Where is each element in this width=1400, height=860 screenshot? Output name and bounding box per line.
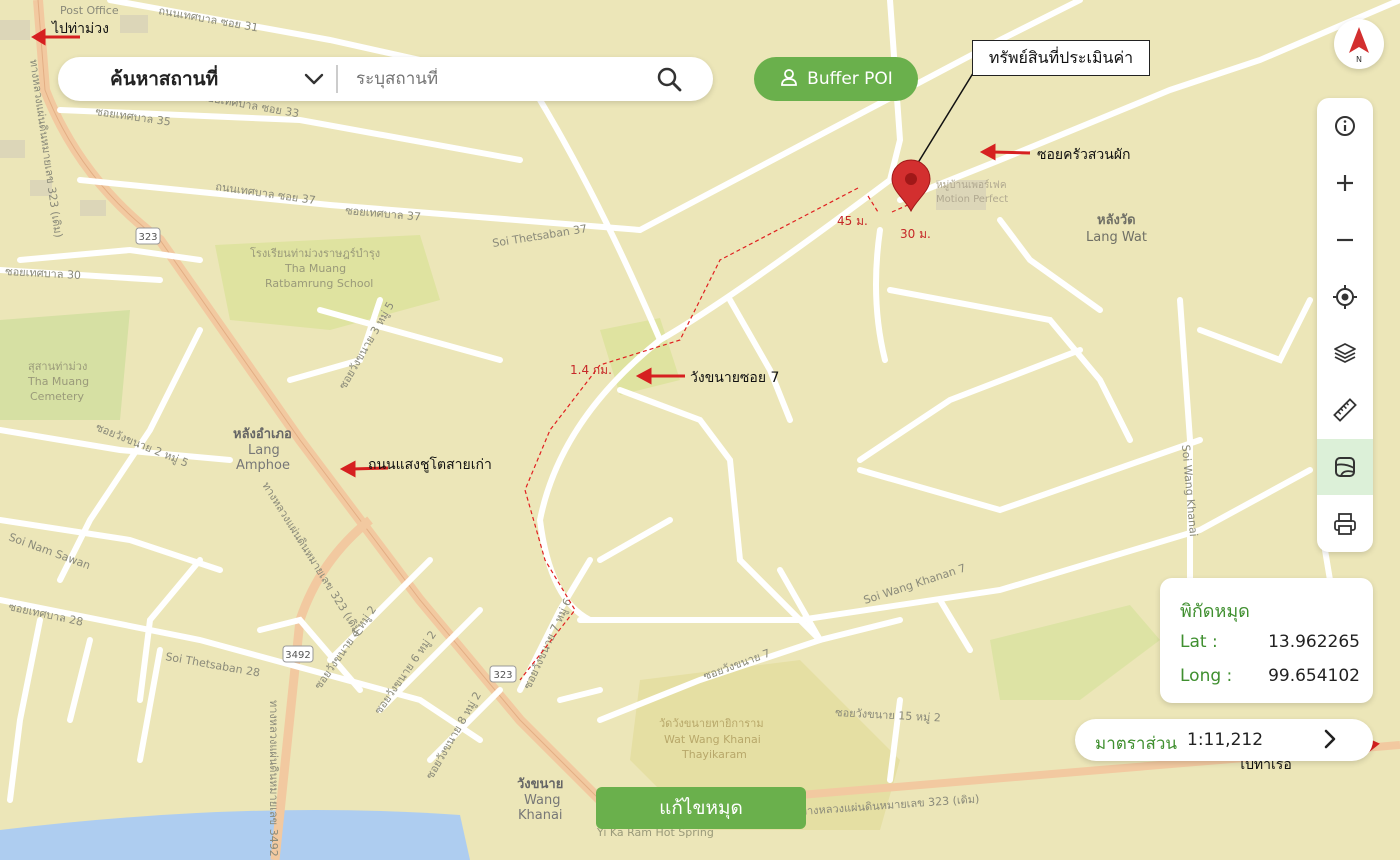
- distance-label-45m: 45 ม.: [837, 214, 868, 228]
- cemetery-en2-label: Cemetery: [30, 390, 85, 403]
- basemap-button[interactable]: [1317, 438, 1373, 496]
- cemetery-en1-label: Tha Muang: [27, 375, 89, 388]
- lat-value: 13.962265: [1268, 632, 1360, 652]
- map-toolbar: [1317, 98, 1373, 552]
- village-en-label: Motion Perfect: [936, 194, 1008, 205]
- chevron-down-icon[interactable]: [302, 67, 326, 91]
- school-th-label: โรงเรียนท่าม่วงราษฎร์บำรุง: [250, 246, 380, 260]
- temple-th-label: วัดวังขนายทายิการาม: [659, 717, 764, 730]
- lang-amphoe-th-label: หลังอำเภอ: [233, 426, 292, 442]
- scale-panel[interactable]: มาตราส่วน 1:11,212: [1075, 719, 1373, 761]
- wang-khanai-th-label: วังขนาย: [517, 777, 563, 792]
- property-callout-text: ทรัพย์สินที่ประเมินค่า: [988, 47, 1134, 67]
- zoom-in-button[interactable]: [1317, 155, 1373, 212]
- lang-amphoe-en2-label: Amphoe: [236, 458, 290, 473]
- road-shield-323-a: 323: [135, 227, 161, 245]
- edit-pin-button[interactable]: แก้ไขหมุด: [596, 787, 806, 829]
- property-callout: ทรัพย์สินที่ประเมินค่า: [972, 40, 1150, 76]
- annotation-wang-khanai-soi-7: วังขนายซอย 7: [690, 370, 780, 386]
- lang-wat-th-label: หลังวัด: [1097, 213, 1136, 228]
- temple-en1-label: Wat Wang Khanai: [664, 733, 761, 746]
- post-office-label: Post Office: [60, 4, 119, 17]
- long-value: 99.654102: [1268, 666, 1360, 686]
- school-en2-label: Ratbamrung School: [265, 277, 373, 290]
- buffer-poi-label: Buffer POI: [807, 69, 893, 89]
- road-shield-label: 323: [493, 670, 512, 681]
- cemetery-th-label: สุสานท่าม่วง: [28, 360, 87, 373]
- compass-button[interactable]: N: [1334, 19, 1384, 69]
- lat-label: Lat :: [1180, 632, 1218, 652]
- buffer-poi-button[interactable]: Buffer POI: [754, 57, 918, 101]
- coordinates-panel: พิกัดหมุด Lat : 13.962265 Long : 99.6541…: [1160, 578, 1373, 703]
- info-button[interactable]: [1317, 98, 1373, 155]
- map-frame-icon: [1335, 456, 1355, 477]
- search-category-select[interactable]: ค้นหาสถานที่: [110, 64, 290, 94]
- plus-icon: [1337, 175, 1353, 192]
- distance-label-1-4km: 1.4 กม.: [570, 363, 612, 377]
- road-shield-label: 323: [138, 232, 157, 243]
- road-shield-3492: 3492: [282, 645, 314, 663]
- search-icon[interactable]: [654, 64, 684, 94]
- coordinates-title: พิกัดหมุด: [1180, 601, 1250, 622]
- zoom-out-button[interactable]: [1317, 212, 1373, 269]
- wang-khanai-en2-label: Khanai: [518, 808, 563, 823]
- temple-en2-label: Thayikaram: [681, 748, 747, 761]
- chevron-right-icon[interactable]: [1323, 728, 1337, 754]
- village-th-label: หมู่บ้านเพอร์เฟค: [936, 179, 1007, 191]
- street-label: ทางหลวงแผ่นดินหมายเลข 3492: [267, 700, 280, 857]
- crosshair-icon: [1333, 284, 1357, 309]
- annotation-old-saeng-chuto-road: ถนนแสงชูโตสายเก่า: [368, 457, 492, 473]
- long-label: Long :: [1180, 666, 1233, 686]
- search-bar: ค้นหาสถานที่: [58, 57, 713, 101]
- north-letter: N: [1356, 55, 1362, 63]
- layers-icon: [1334, 343, 1356, 364]
- scale-value: 1:11,212: [1187, 730, 1264, 750]
- scale-label: มาตราส่วน: [1095, 734, 1178, 754]
- road-shield-323-b: 323: [489, 665, 517, 683]
- annotation-soi-khrua-suan-phak: ซอยครัวสวนผัก: [1037, 147, 1131, 163]
- school-en1-label: Tha Muang: [284, 262, 346, 275]
- north-arrow-icon: N: [1349, 27, 1369, 63]
- info-icon: [1335, 116, 1355, 137]
- measure-button[interactable]: [1317, 382, 1373, 439]
- layers-button[interactable]: [1317, 325, 1373, 382]
- ruler-icon: [1333, 398, 1357, 423]
- distance-label-30m: 30 ม.: [900, 227, 931, 241]
- printer-icon: [1334, 512, 1356, 535]
- locate-button[interactable]: [1317, 268, 1373, 325]
- wang-khanai-en1-label: Wang: [524, 793, 560, 808]
- user-icon: [779, 67, 799, 92]
- minus-icon: [1337, 238, 1353, 241]
- lang-wat-en-label: Lang Wat: [1086, 230, 1147, 245]
- lang-amphoe-en1-label: Lang: [248, 443, 280, 458]
- annotation-to-tha-muang: ไปท่าม่วง: [52, 21, 109, 37]
- search-input[interactable]: [354, 68, 648, 90]
- road-shield-label: 3492: [285, 650, 310, 661]
- search-divider: [336, 65, 338, 93]
- print-button[interactable]: [1317, 495, 1373, 552]
